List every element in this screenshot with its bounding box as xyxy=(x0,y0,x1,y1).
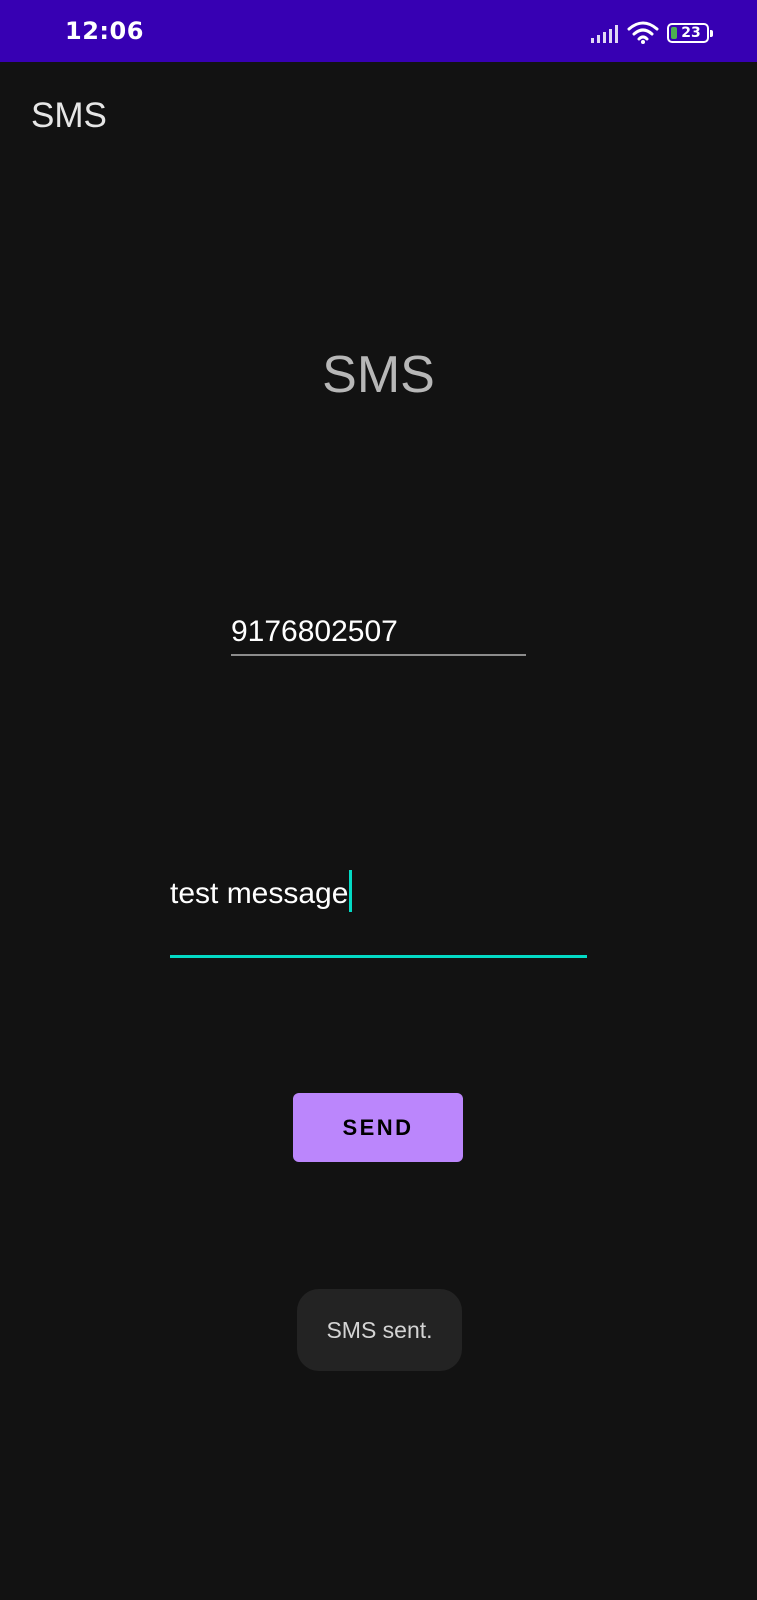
toast-message: SMS sent. xyxy=(297,1289,462,1371)
status-icons: 23 xyxy=(591,18,713,48)
app-bar-title: SMS xyxy=(31,96,107,135)
battery-level: 23 xyxy=(681,25,701,41)
battery-icon: 23 xyxy=(667,23,713,43)
message-input-wrapper[interactable]: test message xyxy=(170,870,353,912)
text-cursor xyxy=(349,870,353,912)
send-button[interactable]: SEND xyxy=(293,1093,463,1162)
status-bar: 12:06 23 xyxy=(0,0,757,62)
wifi-icon xyxy=(627,21,659,44)
message-input[interactable]: test message xyxy=(170,860,587,958)
status-time: 12:06 xyxy=(65,17,144,45)
signal-icon xyxy=(591,23,619,43)
page-heading: SMS xyxy=(322,346,435,404)
toast-text: SMS sent. xyxy=(326,1316,433,1343)
message-text: test message xyxy=(170,877,349,910)
phone-number-input[interactable] xyxy=(231,610,526,656)
